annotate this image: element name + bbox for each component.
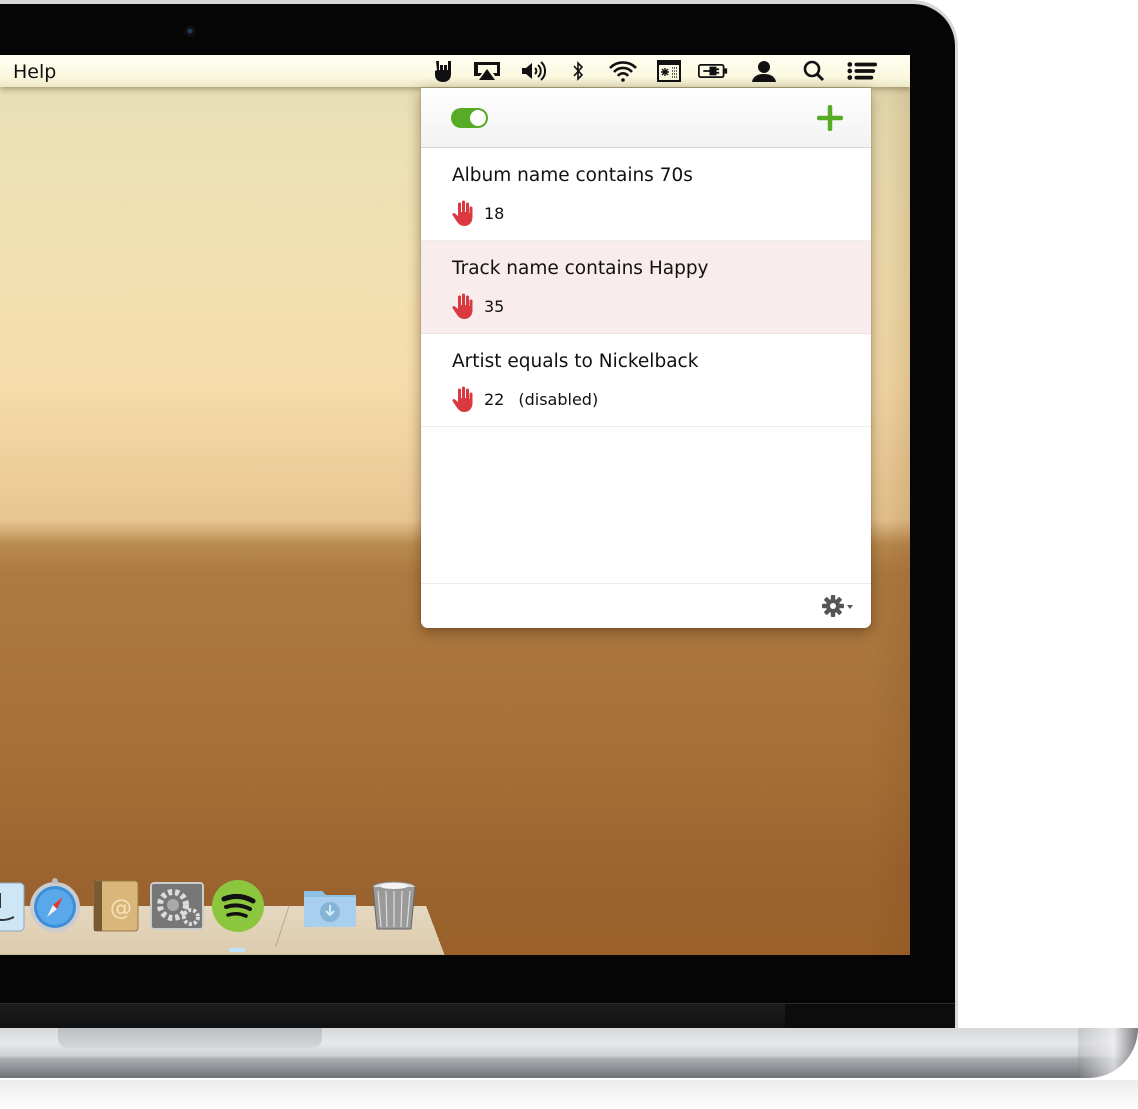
- block-count: 18: [484, 203, 505, 223]
- spotlight-search-icon[interactable]: [799, 59, 829, 83]
- dock-item-finder[interactable]: [0, 877, 26, 933]
- rule-row[interactable]: Track name contains Happy 35: [421, 241, 871, 334]
- menu-bar: Help: [0, 55, 910, 87]
- block-count: 22: [484, 389, 505, 409]
- popover-header: [421, 88, 871, 148]
- popover-footer: [421, 583, 871, 628]
- settings-button[interactable]: [821, 594, 855, 618]
- window-manager-icon[interactable]: [654, 59, 684, 83]
- add-rule-button[interactable]: [816, 104, 844, 132]
- dock-item-trash[interactable]: [366, 877, 422, 933]
- rule-title: Artist equals to Nickelback: [452, 351, 699, 372]
- rule-title: Album name contains 70s: [452, 165, 693, 186]
- dock-item-spotify[interactable]: [210, 877, 266, 933]
- toggle-knob: [470, 110, 486, 126]
- airplay-icon[interactable]: [472, 59, 502, 83]
- block-count: 35: [484, 296, 505, 316]
- bezel-chin: [0, 1003, 955, 1029]
- reflection: [0, 1080, 1138, 1109]
- volume-icon[interactable]: [519, 59, 549, 83]
- user-icon[interactable]: [749, 59, 779, 83]
- dock-running-indicator: [229, 948, 245, 952]
- stop-hand-icon: [452, 386, 473, 412]
- menu-help[interactable]: Help: [13, 61, 56, 83]
- rule-row[interactable]: Artist equals to Nickelback 22 (disabled…: [421, 334, 871, 427]
- bluetooth-icon[interactable]: [563, 59, 593, 83]
- stop-hand-icon: [452, 293, 473, 319]
- gear-icon: [822, 595, 853, 617]
- wifi-icon[interactable]: [608, 59, 638, 83]
- dock-item-safari[interactable]: [27, 877, 83, 933]
- lid-notch: [58, 1028, 322, 1048]
- enable-toggle[interactable]: [451, 108, 488, 128]
- svg-text:@: @: [110, 896, 132, 921]
- stop-hand-icon: [452, 200, 473, 226]
- rule-row[interactable]: Album name contains 70s 18: [421, 148, 871, 241]
- battery-charging-icon[interactable]: [698, 59, 728, 83]
- camera: [184, 25, 196, 37]
- rule-title: Track name contains Happy: [452, 258, 709, 279]
- rules-popover: Album name contains 70s 18 Track name co…: [421, 88, 871, 628]
- notification-center-icon[interactable]: [847, 59, 877, 83]
- caret-down-icon: [847, 605, 853, 609]
- rock-hand-app-icon[interactable]: [428, 59, 458, 83]
- plus-icon: [816, 104, 844, 132]
- dock-item-system-preferences[interactable]: [149, 877, 205, 933]
- dock-item-downloads-folder[interactable]: [302, 877, 358, 933]
- rule-status: (disabled): [518, 389, 599, 409]
- dock-item-address-book[interactable]: @: [88, 877, 144, 933]
